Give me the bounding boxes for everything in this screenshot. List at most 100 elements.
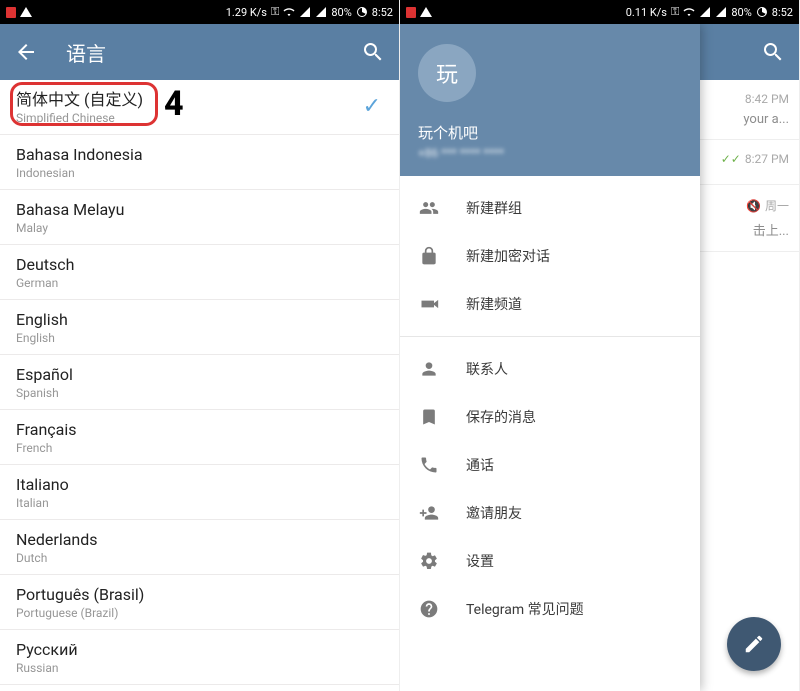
language-row[interactable]: Bahasa IndonesiaIndonesian (0, 135, 399, 190)
lang-sub: Dutch (16, 551, 383, 565)
lang-label: Português (Brasil) (16, 585, 383, 605)
vpn-key-icon: ⚿ (271, 5, 279, 19)
language-row[interactable]: 简体中文 (自定义) Simplified Chinese ✓ (0, 80, 399, 135)
shopping-icon (406, 7, 416, 18)
pencil-icon (743, 633, 765, 655)
language-row[interactable]: EnglishEnglish (0, 300, 399, 355)
lang-label: 简体中文 (自定义) (16, 90, 383, 110)
drawer-label: 新建加密对话 (466, 246, 550, 266)
profile-phone: +86 *** **** **** (418, 146, 682, 160)
drawer-item-new-channel[interactable]: 新建频道 (400, 280, 700, 328)
lang-label: Italiano (16, 475, 383, 495)
check-icon: ✓ (363, 94, 381, 119)
battery-icon (756, 6, 768, 18)
lang-label: Bahasa Indonesia (16, 145, 383, 165)
invite-icon (418, 502, 440, 524)
drawer-item-calls[interactable]: 通话 (400, 441, 700, 489)
drawer-item-settings[interactable]: 设置 (400, 537, 700, 585)
compose-fab[interactable] (727, 617, 781, 671)
gear-icon (418, 550, 440, 572)
chat-time: 周一 (765, 197, 789, 214)
battery-icon (356, 6, 368, 18)
net-speed: 0.11 K/s (626, 6, 667, 19)
signal-icon (299, 6, 311, 18)
profile-name: 玩个机吧 (418, 122, 682, 143)
drawer-list: 新建群组 新建加密对话 新建频道 联系人 保存的消息 通话 邀请朋友 设置 Te… (400, 176, 700, 641)
language-row[interactable]: ItalianoItalian (0, 465, 399, 520)
drawer-item-contacts[interactable]: 联系人 (400, 345, 700, 393)
lang-label: English (16, 310, 383, 330)
lang-sub: German (16, 276, 383, 290)
language-row[interactable]: УкраїнськаUkrainian (0, 685, 399, 691)
lang-sub: Indonesian (16, 166, 383, 180)
lang-sub: Malay (16, 221, 383, 235)
lock-icon (418, 245, 440, 267)
nav-drawer: 玩 玩个机吧 +86 *** **** **** 新建群组 新建加密对话 新建频… (400, 24, 700, 691)
clock: 8:52 (372, 6, 393, 19)
drawer-header: 玩 玩个机吧 +86 *** **** **** (400, 24, 700, 176)
battery-pct: 80% (331, 6, 351, 19)
phone-icon (418, 454, 440, 476)
read-checks-icon: ✓✓ (721, 152, 741, 166)
help-icon (418, 598, 440, 620)
lang-label: Русский (16, 640, 383, 660)
lang-sub: Simplified Chinese (16, 111, 383, 125)
search-icon[interactable] (361, 40, 385, 64)
avatar-initial: 玩 (436, 57, 458, 89)
muted-icon: 🔇 (746, 199, 761, 213)
language-row[interactable]: FrançaisFrench (0, 410, 399, 465)
drawer-label: 通话 (466, 455, 494, 475)
lang-sub: English (16, 331, 383, 345)
language-row[interactable]: РусскийRussian (0, 630, 399, 685)
drawer-item-new-group[interactable]: 新建群组 (400, 184, 700, 232)
left-screen: 1.29 K/s ⚿ 80% 8:52 语言 简体中文 (自定义) Simpli… (0, 0, 400, 691)
language-row[interactable]: Português (Brasil)Portuguese (Brazil) (0, 575, 399, 630)
megaphone-icon (418, 293, 440, 315)
language-row[interactable]: DeutschGerman (0, 245, 399, 300)
lang-sub: French (16, 441, 383, 455)
chat-time: 8:27 PM (745, 152, 789, 166)
page-title: 语言 (66, 38, 106, 67)
lang-label: Français (16, 420, 383, 440)
language-row[interactable]: Bahasa MelayuMalay (0, 190, 399, 245)
appbar: 语言 (0, 24, 399, 80)
person-icon (418, 358, 440, 380)
drawer-label: 保存的消息 (466, 407, 536, 427)
drawer-item-new-secret[interactable]: 新建加密对话 (400, 232, 700, 280)
right-screen: 0.11 K/s ⚿ 80% 8:52 8:42 PM your a... ✓✓… (400, 0, 800, 691)
net-speed: 1.29 K/s (226, 6, 267, 19)
back-icon[interactable] (14, 40, 38, 64)
lang-sub: Portuguese (Brazil) (16, 606, 383, 620)
drawer-label: 联系人 (466, 359, 508, 379)
warning-icon (20, 7, 32, 17)
drawer-label: 设置 (466, 551, 494, 571)
lang-label: Deutsch (16, 255, 383, 275)
warning-icon (420, 7, 432, 17)
drawer-label: 邀请朋友 (466, 503, 522, 523)
status-bar: 1.29 K/s ⚿ 80% 8:52 (0, 0, 399, 24)
clock: 8:52 (772, 6, 793, 19)
status-bar: 0.11 K/s ⚿ 80% 8:52 (400, 0, 799, 24)
avatar[interactable]: 玩 (418, 44, 476, 102)
drawer-label: 新建群组 (466, 198, 522, 218)
drawer-item-invite[interactable]: 邀请朋友 (400, 489, 700, 537)
search-icon[interactable] (761, 40, 785, 64)
language-row[interactable]: EspañolSpanish (0, 355, 399, 410)
lang-label: Nederlands (16, 530, 383, 550)
wifi-icon (283, 6, 295, 18)
language-row[interactable]: NederlandsDutch (0, 520, 399, 575)
lang-sub: Russian (16, 661, 383, 675)
lang-label: Español (16, 365, 383, 385)
signal-icon-2 (315, 6, 327, 18)
divider (400, 336, 700, 337)
drawer-label: 新建频道 (466, 294, 522, 314)
lang-sub: Italian (16, 496, 383, 510)
drawer-item-faq[interactable]: Telegram 常见问题 (400, 585, 700, 633)
drawer-item-saved[interactable]: 保存的消息 (400, 393, 700, 441)
group-icon (418, 197, 440, 219)
language-list: 简体中文 (自定义) Simplified Chinese ✓ Bahasa I… (0, 80, 399, 691)
wifi-icon (683, 6, 695, 18)
lang-sub: Spanish (16, 386, 383, 400)
battery-pct: 80% (731, 6, 751, 19)
lang-label: Bahasa Melayu (16, 200, 383, 220)
